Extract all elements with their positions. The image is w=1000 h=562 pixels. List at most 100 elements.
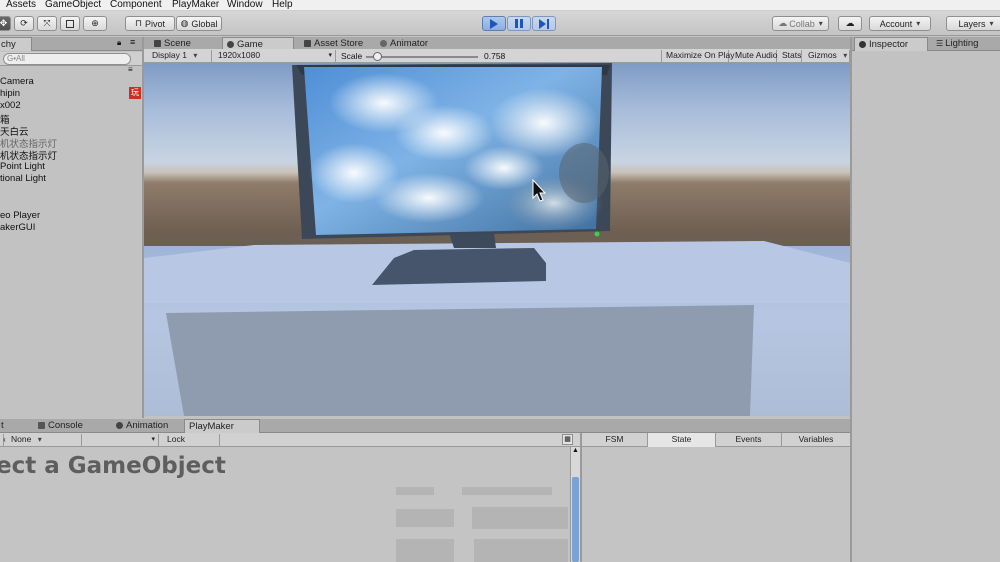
tab-project[interactable]: t (0, 419, 7, 433)
scale-icon: ⤧ (43, 18, 51, 28)
account-label: Account (879, 18, 913, 29)
game-icon (227, 41, 234, 48)
hierarchy-item[interactable]: Point Light (0, 161, 45, 172)
global-toggle[interactable]: ◍ Global (176, 16, 222, 31)
hierarchy-item[interactable]: tional Light (0, 173, 46, 184)
chevron-down-icon: ▾ (151, 436, 155, 443)
info-icon (859, 41, 866, 48)
mute-audio-toggle[interactable]: Mute Audio (731, 50, 778, 62)
fsm-select-dropdown[interactable]: None (4, 434, 82, 446)
resolution-dropdown[interactable]: 1920x1080 ▾ (214, 50, 336, 62)
maximize-on-play-label: Maximize On Play (666, 50, 735, 60)
tab-events[interactable]: Events (716, 433, 782, 447)
hierarchy-search-input[interactable]: G•All (3, 53, 131, 65)
table-front (166, 305, 754, 416)
hierarchy-item[interactable]: Camera (0, 76, 34, 87)
scale-tool-button[interactable]: ⤧ (37, 16, 57, 31)
pivot-icon: ⊓ (134, 18, 142, 28)
animator-icon (380, 40, 387, 47)
hierarchy-item[interactable]: x002 (0, 100, 21, 111)
project-tab-label: t (1, 420, 4, 431)
hierarchy-item[interactable]: hipin (0, 88, 20, 99)
global-label: Global (191, 18, 218, 29)
scene-tab-label: Scene (164, 38, 191, 49)
hierarchy-item[interactable]: akerGUI (0, 222, 35, 233)
lock-icon[interactable]: 🔒︎ (117, 38, 121, 48)
scrollbar-thumb[interactable] (572, 477, 579, 562)
menu-playmaker[interactable]: PlayMaker (172, 0, 219, 10)
console-icon (38, 422, 45, 429)
tab-hierarchy[interactable]: chy (0, 37, 32, 51)
fsm-secondary-dropdown[interactable]: ▾ (83, 434, 159, 446)
tab-playmaker[interactable]: PlayMaker (184, 419, 260, 433)
rect-tool-button[interactable] (60, 16, 80, 31)
inspector-tab-label: Inspector (869, 39, 909, 50)
pivot-toggle[interactable]: ⊓ Pivot (125, 16, 175, 31)
stats-toggle[interactable]: Stats (778, 50, 802, 62)
main-toolbar: ✥ ⟳ ⤧ ⊕ ⊓ Pivot ◍ Global ☁ Collab ☁ Acco… (0, 11, 1000, 36)
gizmos-dropdown[interactable]: Gizmos (804, 50, 850, 62)
menu-gameobject[interactable]: GameObject (45, 0, 101, 10)
menu-component[interactable]: Component (110, 0, 162, 10)
pause-button[interactable] (507, 16, 531, 31)
panel-splitter[interactable] (850, 37, 852, 562)
tab-animation[interactable]: Animation (112, 419, 184, 433)
hierarchy-item[interactable]: eo Player (0, 210, 40, 221)
layers-dropdown[interactable]: Layers (946, 16, 1000, 31)
pause-icon (515, 19, 523, 28)
panel-splitter[interactable] (142, 37, 144, 418)
playmaker-graph-canvas[interactable]: ect a GameObject (0, 447, 570, 562)
none-label: None (11, 434, 32, 444)
create-menu-icon[interactable]: ≡ (128, 65, 133, 74)
hand-tool-button[interactable]: ✥ (0, 16, 11, 31)
hierarchy-item[interactable]: 机状态指示灯 (0, 148, 57, 162)
lock-toggle[interactable]: Lock (160, 434, 220, 446)
chevron-down-icon: ▾ (328, 52, 332, 59)
asset-store-icon (304, 40, 311, 47)
scroll-up-icon[interactable]: ▲ (572, 447, 579, 454)
tab-lighting[interactable]: ☰ Lighting (932, 37, 1000, 51)
collab-dropdown[interactable]: ☁ Collab (772, 16, 829, 31)
scene-render (144, 63, 850, 416)
panel-splitter[interactable] (580, 433, 582, 562)
menu-help[interactable]: Help (272, 0, 293, 10)
variables-tab-label: Variables (798, 434, 834, 444)
graph-scrollbar[interactable]: ▲ (570, 447, 580, 562)
play-button[interactable] (482, 16, 506, 31)
scale-slider-track[interactable] (366, 56, 478, 58)
transform-tool-button[interactable]: ⊕ (83, 16, 107, 31)
scale-slider-thumb[interactable] (373, 52, 383, 61)
maximize-on-play-toggle[interactable]: Maximize On Play (661, 50, 735, 62)
playmaker-settings-button[interactable]: ▦ (562, 434, 573, 445)
fsm-inspector-tabs: FSM State Events Variables (582, 433, 850, 447)
tab-fsm[interactable]: FSM (582, 433, 648, 447)
hierarchy-panel: chy 🔒︎ ≡ G•All ≡ Camera hipin x002 箱 天白云… (0, 37, 142, 418)
cloud-shadow (559, 143, 609, 203)
panel-menu-icon[interactable]: ≡ (130, 37, 135, 47)
cloud-icon: ☁ (845, 18, 855, 28)
account-dropdown[interactable]: Account (869, 16, 931, 31)
tab-console[interactable]: Console (34, 419, 104, 433)
resolution-label: 1920x1080 (218, 50, 261, 60)
menu-window[interactable]: Window (227, 0, 263, 10)
grid-icon: ▦ (564, 436, 571, 443)
cloud-button[interactable]: ☁ (838, 16, 862, 31)
display-dropdown[interactable]: Display 1 (148, 50, 212, 62)
hierarchy-tabbar: chy 🔒︎ ≡ (0, 37, 142, 51)
menu-assets[interactable]: Assets (6, 0, 36, 10)
gizmos-label: Gizmos (808, 50, 837, 60)
tab-state[interactable]: State (648, 433, 716, 447)
lock-label: Lock (167, 434, 185, 444)
tab-inspector[interactable]: Inspector (854, 37, 928, 51)
tab-variables[interactable]: Variables (782, 433, 850, 447)
rotate-tool-button[interactable]: ⟳ (14, 16, 34, 31)
console-tab-label: Console (48, 420, 83, 431)
cloud (374, 173, 484, 223)
cloud (464, 146, 544, 190)
mute-audio-label: Mute Audio (735, 50, 778, 60)
game-view[interactable] (144, 63, 850, 416)
playmaker-badge[interactable]: 玩 (129, 87, 141, 99)
search-placeholder: G•All (7, 54, 25, 63)
layers-label: Layers (958, 18, 986, 29)
step-button[interactable] (532, 16, 556, 31)
